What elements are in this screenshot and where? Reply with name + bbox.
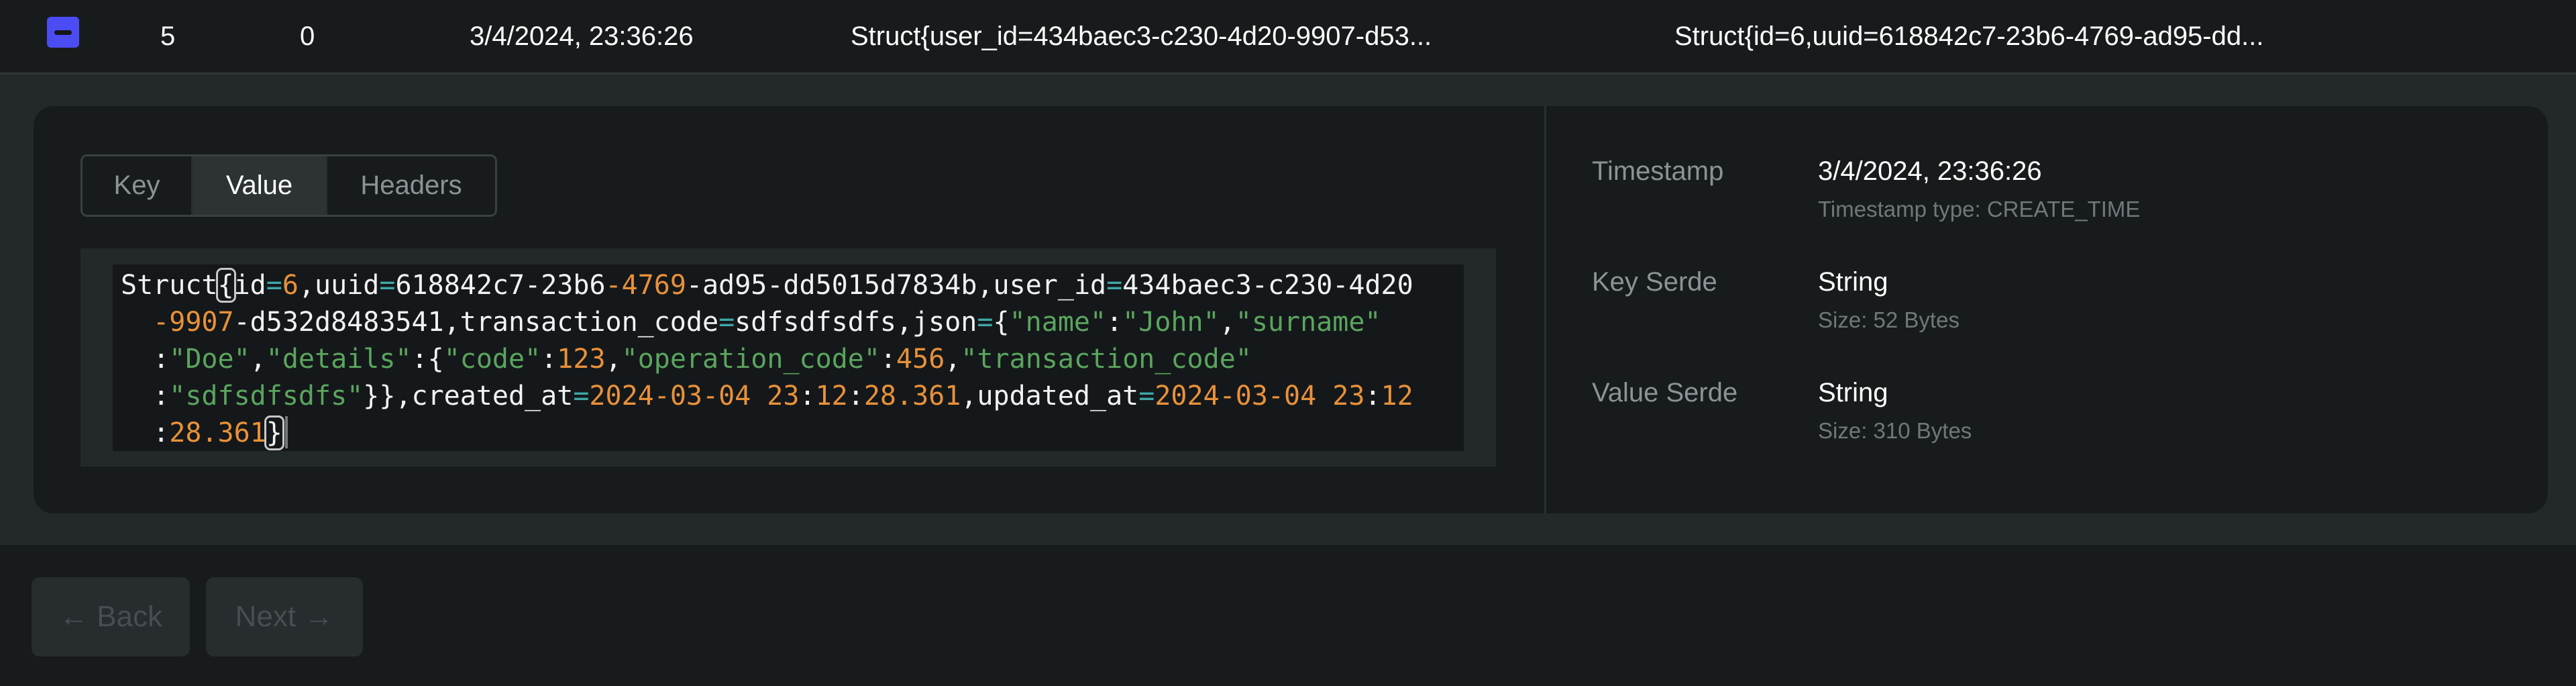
code-text: , <box>250 344 266 375</box>
timestamp-cell: 3/4/2024, 23:36:26 <box>470 21 694 51</box>
meta-label: Value Serde <box>1592 378 1738 407</box>
code-number: -4769 <box>605 270 686 301</box>
code-text: 434baec3-c230-4d20 <box>1122 270 1413 301</box>
meta-sub: Size: 310 Bytes <box>1818 418 1972 443</box>
code-string: "operation_code" <box>621 344 880 375</box>
back-button[interactable]: ← Back <box>32 577 190 656</box>
pane-divider <box>1544 106 1546 513</box>
code-text: :{ <box>411 344 444 375</box>
message-details-section: Key Value Headers Struct{id=6,uuid=61884… <box>0 75 2576 545</box>
code-number: 2024-03-04 23 <box>1155 381 1365 411</box>
code-text: : <box>799 381 816 411</box>
meta-label: Key Serde <box>1592 267 1717 297</box>
meta-sub: Timestamp type: CREATE_TIME <box>1818 197 2141 222</box>
tab-key[interactable]: Key <box>83 156 193 215</box>
message-details-card: Key Value Headers Struct{id=6,uuid=61884… <box>34 106 2548 513</box>
code-operator: = <box>1138 381 1155 411</box>
code-number: 12 <box>815 381 848 411</box>
code-brace: } <box>264 415 284 450</box>
content-tabs: Key Value Headers <box>80 154 497 217</box>
meta-label: Timestamp <box>1592 156 1724 186</box>
code-text: : <box>1106 307 1123 338</box>
code-string: "details" <box>266 344 412 375</box>
code-string: "name" <box>1009 307 1107 338</box>
code-number: 123 <box>557 344 606 375</box>
value-preview-cell: Struct{id=6,uuid=618842c7-23b6-4769-ad95… <box>1674 21 2264 51</box>
code-text: : <box>541 344 557 375</box>
minus-icon <box>54 30 72 35</box>
code-text: Struct <box>121 270 218 301</box>
meta-value: String <box>1818 267 1888 297</box>
code-number: -9907 <box>153 307 234 338</box>
meta-value: String <box>1818 378 1888 407</box>
code-text: 618842c7-23b6 <box>395 270 606 301</box>
code-text: sdfsdfsdfs,json <box>735 307 977 338</box>
code-operator: = <box>266 270 282 301</box>
code-number: 12 <box>1381 381 1413 411</box>
code-operator: = <box>573 381 590 411</box>
code-viewer: Struct{id=6,uuid=618842c7-23b6-4769-ad95… <box>80 248 1496 467</box>
value-content[interactable]: Struct{id=6,uuid=618842c7-23b6-4769-ad95… <box>121 267 1456 452</box>
code-operator: = <box>718 307 735 338</box>
offset-cell: 0 <box>300 21 315 51</box>
code-string: "Doe" <box>169 344 250 375</box>
tab-value[interactable]: Value <box>193 156 327 215</box>
meta-value: 3/4/2024, 23:36:26 <box>1818 156 2042 186</box>
code-editor[interactable]: Struct{id=6,uuid=618842c7-23b6-4769-ad95… <box>113 264 1464 451</box>
text-cursor <box>284 416 288 448</box>
next-button[interactable]: Next → <box>206 577 363 656</box>
code-text: : <box>847 381 864 411</box>
code-text: : <box>121 344 170 375</box>
code-string: "sdfsdfsdfs" <box>169 381 364 411</box>
code-number: 28.361 <box>863 381 961 411</box>
code-text: : <box>121 381 170 411</box>
code-string: "John" <box>1122 307 1220 338</box>
code-text: ,uuid <box>298 270 380 301</box>
partition-cell: 5 <box>160 21 176 51</box>
code-text: ,updated_at <box>961 381 1139 411</box>
code-text: id <box>233 270 266 301</box>
code-text: , <box>605 344 622 375</box>
collapse-row-button[interactable] <box>47 17 79 48</box>
code-operator: = <box>977 307 994 338</box>
code-number: 6 <box>282 270 299 301</box>
code-text: }},created_at <box>363 381 574 411</box>
code-string: "surname" <box>1235 307 1381 338</box>
code-number: 28.361 <box>169 418 266 448</box>
code-number: 456 <box>896 344 945 375</box>
tab-headers[interactable]: Headers <box>327 156 495 215</box>
code-text: , <box>945 344 961 375</box>
code-string: "code" <box>443 344 541 375</box>
code-text: : <box>121 418 170 448</box>
code-text: , <box>1219 307 1236 338</box>
code-operator: = <box>379 270 396 301</box>
code-text: -ad95-dd5015d7834b,user_id <box>686 270 1107 301</box>
code-text: : <box>1364 381 1381 411</box>
code-text: { <box>993 307 1010 338</box>
code-text: -d532d8483541,transaction_code <box>233 307 719 338</box>
content-pane: Key Value Headers Struct{id=6,uuid=61884… <box>34 106 1544 513</box>
code-text: : <box>879 344 897 375</box>
meta-sub: Size: 52 Bytes <box>1818 307 1960 332</box>
key-preview-cell: Struct{user_id=434baec3-c230-4d20-9907-d… <box>851 21 1432 51</box>
code-brace: { <box>215 268 236 303</box>
code-string: "transaction_code" <box>961 344 1252 375</box>
code-operator: = <box>1106 270 1123 301</box>
code-number: 2024-03-04 23 <box>589 381 800 411</box>
message-row[interactable]: 5 0 3/4/2024, 23:36:26 Struct{user_id=43… <box>0 0 2576 75</box>
